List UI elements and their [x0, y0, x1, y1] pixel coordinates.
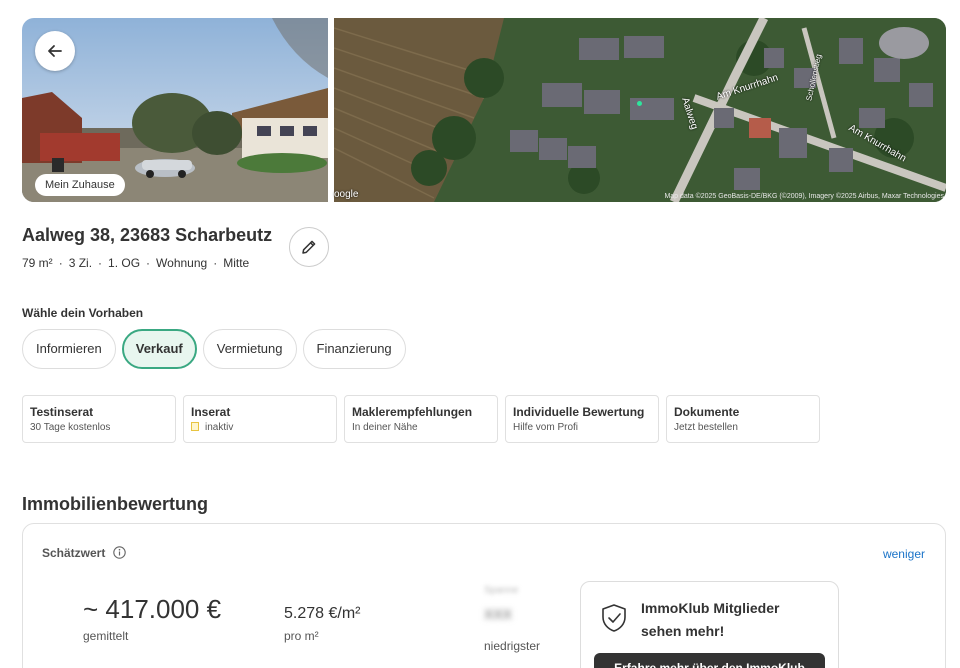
- card-maklerempfehlungen[interactable]: Maklerempfehlungen In deiner Nähe: [344, 395, 498, 443]
- estimate-label: Schätzwert: [42, 546, 106, 560]
- card-subtitle: 30 Tage kostenlos: [30, 422, 111, 433]
- location-pin-icon: [637, 101, 642, 106]
- shield-check-icon: [602, 604, 626, 632]
- card-inserat[interactable]: Inserat inaktiv: [183, 395, 337, 443]
- blurred-label: Spanne: [484, 585, 519, 596]
- card-title: Inserat: [191, 405, 231, 419]
- card-title: Maklerempfehlungen: [352, 405, 473, 419]
- google-logo: oogle: [334, 189, 359, 200]
- less-link[interactable]: weniger: [883, 547, 925, 561]
- lowest-caption: niedrigster: [484, 639, 541, 653]
- blurred-value: XXX: [484, 606, 513, 622]
- property-address: Aalweg 38, 23683 Scharbeutz: [22, 225, 273, 245]
- fact-rooms: 3 Zi.: [68, 256, 93, 270]
- vorhaben-options: Informieren Verkauf Vermietung Finanzier…: [22, 329, 406, 369]
- satellite-map[interactable]: [334, 18, 946, 202]
- vorhaben-label: Wähle dein Vorhaben: [22, 306, 144, 320]
- pencil-icon: [302, 240, 316, 254]
- edit-button[interactable]: [289, 227, 329, 267]
- immoklub-title: ImmoKlub Mitglieder sehen mehr!: [641, 600, 780, 639]
- chip-informieren[interactable]: Informieren: [22, 329, 116, 369]
- card-subtitle-row: inaktiv: [191, 422, 329, 433]
- price-per-sqm: 5.278 €/m²: [284, 605, 361, 622]
- property-facts: 79 m² · 3 Zi. · 1. OG · Wohnung · Mitte: [22, 256, 250, 270]
- card-title: Dokumente: [674, 405, 740, 419]
- map-attribution: Map data ©2025 GeoBasis-DE/BKG (©2009), …: [664, 193, 944, 200]
- home-badge: Mein Zuhause: [35, 174, 125, 196]
- fact-position: Mitte: [223, 256, 250, 270]
- info-icon[interactable]: [113, 546, 126, 559]
- fact-area: 79 m²: [22, 256, 53, 270]
- fact-type: Wohnung: [156, 256, 208, 270]
- section-title: Immobilienbewertung: [22, 494, 209, 514]
- immoklub-button[interactable]: Erfahre mehr über den ImmoKlub: [594, 653, 825, 668]
- card-subtitle: In deiner Nähe: [352, 422, 418, 433]
- back-button[interactable]: [35, 31, 75, 71]
- action-cards: Testinserat 30 Tage kostenlos Inserat in…: [22, 395, 820, 443]
- price-caption: gemittelt: [83, 629, 129, 643]
- card-dokumente[interactable]: Dokumente Jetzt bestellen: [666, 395, 820, 443]
- card-title: Testinserat: [30, 405, 94, 419]
- chip-verkauf[interactable]: Verkauf: [121, 329, 197, 369]
- card-title: Individuelle Bewertung: [513, 405, 645, 419]
- card-subtitle: inaktiv: [205, 422, 234, 433]
- sqm-caption: pro m²: [284, 629, 319, 643]
- arrow-left-icon: [48, 45, 62, 57]
- card-subtitle: Jetzt bestellen: [674, 422, 738, 433]
- card-individuelle-bewertung[interactable]: Individuelle Bewertung Hilfe vom Profi: [505, 395, 659, 443]
- chip-finanzierung[interactable]: Finanzierung: [302, 329, 406, 369]
- estimated-price: ~ 417.000 €: [83, 594, 222, 624]
- pause-icon: [191, 422, 199, 431]
- chip-vermietung[interactable]: Vermietung: [202, 329, 297, 369]
- fact-floor: 1. OG: [108, 256, 141, 270]
- card-testinserat[interactable]: Testinserat 30 Tage kostenlos: [22, 395, 176, 443]
- card-subtitle: Hilfe vom Profi: [513, 422, 579, 433]
